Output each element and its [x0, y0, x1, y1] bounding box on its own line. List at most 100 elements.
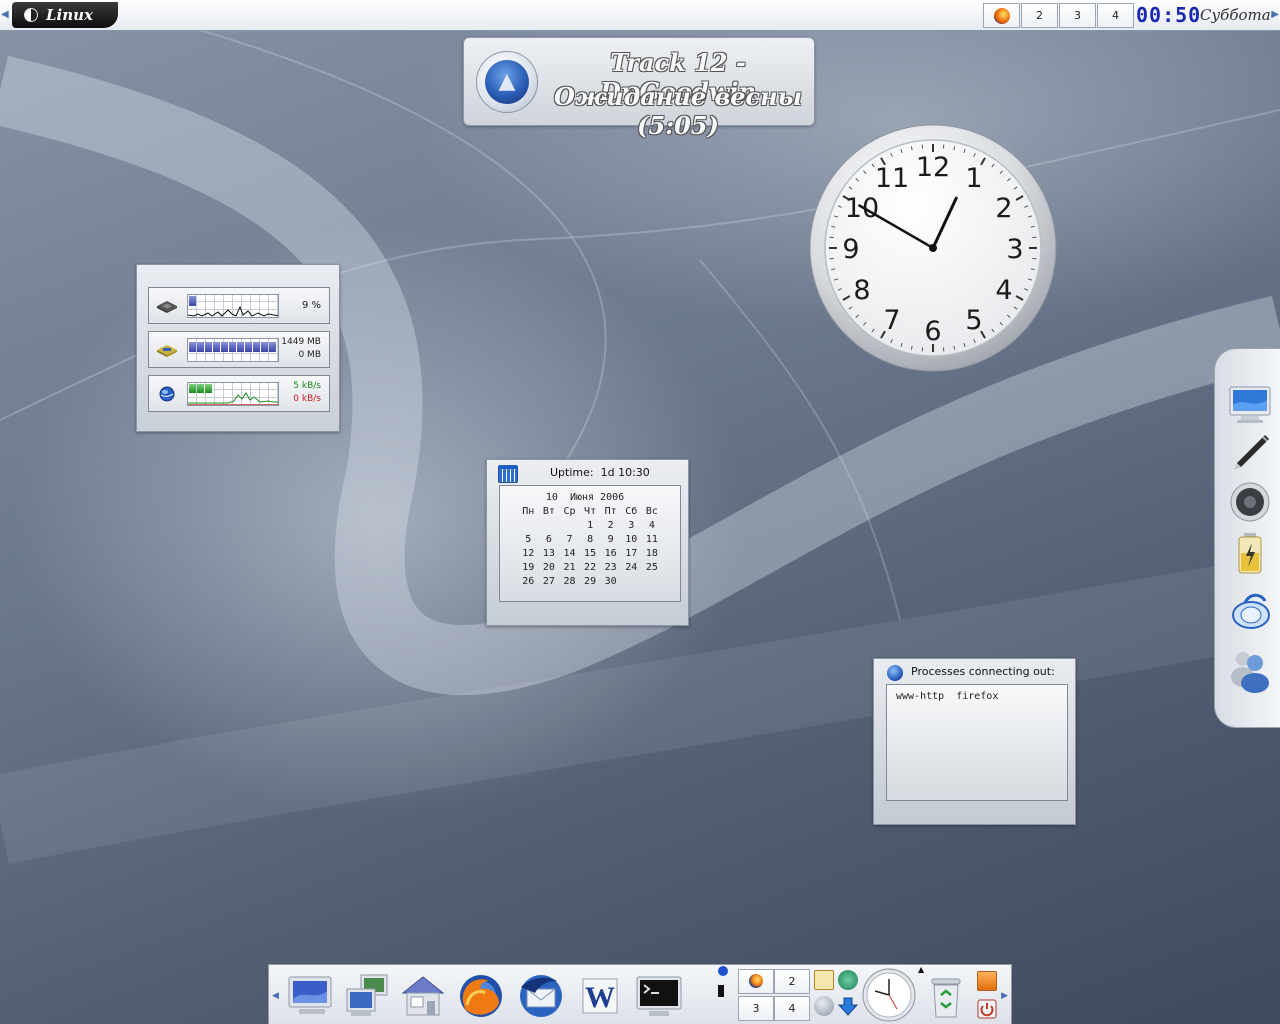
pager-desktop-2[interactable]: 2: [1021, 3, 1058, 28]
calendar-day[interactable]: 24: [621, 562, 642, 573]
calendar-weekday: Чт: [584, 506, 597, 517]
calendar-day[interactable]: 29: [580, 576, 601, 587]
memory-used-bar: [189, 342, 276, 352]
calendar-weekday: Вс: [645, 506, 658, 517]
calendar-icon[interactable]: [498, 465, 518, 483]
calendar-weekday: Сб: [625, 506, 638, 517]
download-icon[interactable]: [838, 996, 858, 1016]
process-entry: www-http firefox: [896, 691, 999, 702]
calendar-day[interactable]: 26: [518, 576, 539, 587]
processes-list: www-http firefox: [886, 684, 1068, 801]
dock-scroll-right-icon[interactable]: ▶: [1001, 991, 1008, 1001]
linux-menu-label: Linux: [46, 6, 93, 24]
calendar-day[interactable]: 28: [559, 576, 580, 587]
calendar-day[interactable]: 15: [580, 548, 601, 559]
calendar-day[interactable]: 2: [600, 520, 621, 531]
remote-desktop-icon[interactable]: [341, 971, 393, 1021]
calendar-day[interactable]: 13: [539, 548, 560, 559]
calendar-day[interactable]: 27: [539, 576, 560, 587]
pager-desktop-1[interactable]: [983, 3, 1020, 28]
dock-clock-icon[interactable]: [861, 967, 917, 1023]
calendar-day[interactable]: 6: [539, 534, 560, 545]
logout-icon[interactable]: [977, 999, 997, 1019]
calendar-day[interactable]: 4: [642, 520, 663, 531]
word-processor-icon[interactable]: W: [575, 971, 627, 1021]
calendar-widget: Uptime: 1d 10:30 10 Июня 2006 Пн Вт Ср Чт Пт…: [486, 459, 689, 626]
battery-icon[interactable]: [1227, 531, 1273, 577]
calendar-day[interactable]: 10: [621, 534, 642, 545]
network-monitor-icon[interactable]: [838, 970, 858, 990]
panel-scroll-left-icon[interactable]: ◀: [1, 9, 9, 20]
memory-graph: [187, 338, 279, 362]
calendar-day[interactable]: 21: [559, 562, 580, 573]
wolf-icon[interactable]: ▲: [476, 51, 538, 113]
network-row: 5 kB/s 0 kB/s: [148, 375, 330, 412]
dock-pager-desktop-2[interactable]: 2: [774, 969, 810, 994]
calendar-day[interactable]: 25: [642, 562, 663, 573]
pager-desktop-3[interactable]: 3: [1059, 3, 1096, 28]
clock-number: 7: [883, 305, 900, 336]
network-connection-icon[interactable]: [1227, 589, 1273, 635]
display-settings-icon[interactable]: [285, 971, 337, 1021]
terminal-icon[interactable]: [633, 971, 685, 1021]
cpu-row: 9 %: [148, 287, 330, 324]
calendar-month-header: 10 Июня 2006: [545, 492, 625, 503]
thunderbird-icon[interactable]: [515, 971, 567, 1021]
tray-volume-icon[interactable]: [718, 985, 724, 997]
trash-icon[interactable]: [929, 975, 963, 1019]
right-launcher-panel: [1214, 348, 1280, 728]
network-globe-icon: [159, 386, 175, 402]
calendar-day[interactable]: 23: [600, 562, 621, 573]
linux-menu-button[interactable]: Linux: [12, 2, 118, 28]
calendar-day[interactable]: 11: [642, 534, 663, 545]
calendar-day[interactable]: 22: [580, 562, 601, 573]
messenger-users-icon[interactable]: [1227, 647, 1273, 693]
clock-number: 4: [995, 275, 1012, 306]
uptime-label: Uptime: 1d 10:30: [550, 466, 650, 479]
calendar-day[interactable]: 14: [559, 548, 580, 559]
calendar-day[interactable]: 16: [600, 548, 621, 559]
pen-icon[interactable]: [1227, 431, 1273, 477]
calendar-day[interactable]: 3: [621, 520, 642, 531]
calendar-day: [559, 520, 580, 531]
disk-icon[interactable]: [814, 996, 834, 1016]
kontact-icon[interactable]: [814, 970, 834, 990]
panel-scroll-right-icon[interactable]: ▶: [1271, 9, 1279, 20]
swap-used-value: 0 MB: [298, 350, 321, 360]
clock-number: 12: [916, 152, 950, 183]
calendar-day[interactable]: 9: [600, 534, 621, 545]
calendar-day[interactable]: 19: [518, 562, 539, 573]
svg-text:W: W: [585, 981, 615, 1014]
clock-number: 11: [875, 163, 909, 194]
calendar-day[interactable]: 8: [580, 534, 601, 545]
calendar-day[interactable]: 7: [559, 534, 580, 545]
lock-icon[interactable]: [977, 971, 997, 991]
calendar-day[interactable]: 30: [600, 576, 621, 587]
dock-pager-desktop-4[interactable]: 4: [774, 996, 810, 1021]
dock-scroll-left-icon[interactable]: ◀: [272, 991, 279, 1001]
monitor-icon[interactable]: [1227, 383, 1273, 429]
calendar-day[interactable]: 12: [518, 548, 539, 559]
calendar-day[interactable]: 17: [621, 548, 642, 559]
calendar-day[interactable]: 1: [580, 520, 601, 531]
speaker-icon[interactable]: [1227, 479, 1273, 525]
tray-status-icon[interactable]: [718, 966, 728, 976]
wolf-emblem: ▲: [485, 60, 529, 104]
tray-arrow-icon[interactable]: ▲: [918, 965, 926, 974]
calendar-day[interactable]: 20: [539, 562, 560, 573]
firefox-icon[interactable]: [455, 971, 507, 1021]
calendar-day[interactable]: 5: [518, 534, 539, 545]
track-subtitle: Ожидание весны (5:05): [553, 82, 803, 140]
home-folder-icon[interactable]: [397, 971, 449, 1021]
calendar-weekday: Ср: [563, 506, 576, 517]
digital-clock[interactable]: 00:50: [1136, 3, 1200, 28]
calendar-week-row: 26 27 28 29 30: [518, 576, 662, 587]
dock-pager-desktop-1[interactable]: [738, 969, 774, 994]
calendar-day: [642, 576, 663, 587]
calendar-week-row: 12 13 14 15 16 17 18: [518, 548, 662, 559]
pager-desktop-4[interactable]: 4: [1097, 3, 1134, 28]
dock-pager-desktop-3[interactable]: 3: [738, 996, 774, 1021]
calendar-day[interactable]: 18: [642, 548, 663, 559]
uptime-value: 1d 10:30: [600, 466, 650, 479]
network-upload-value: 0 kB/s: [293, 394, 321, 404]
